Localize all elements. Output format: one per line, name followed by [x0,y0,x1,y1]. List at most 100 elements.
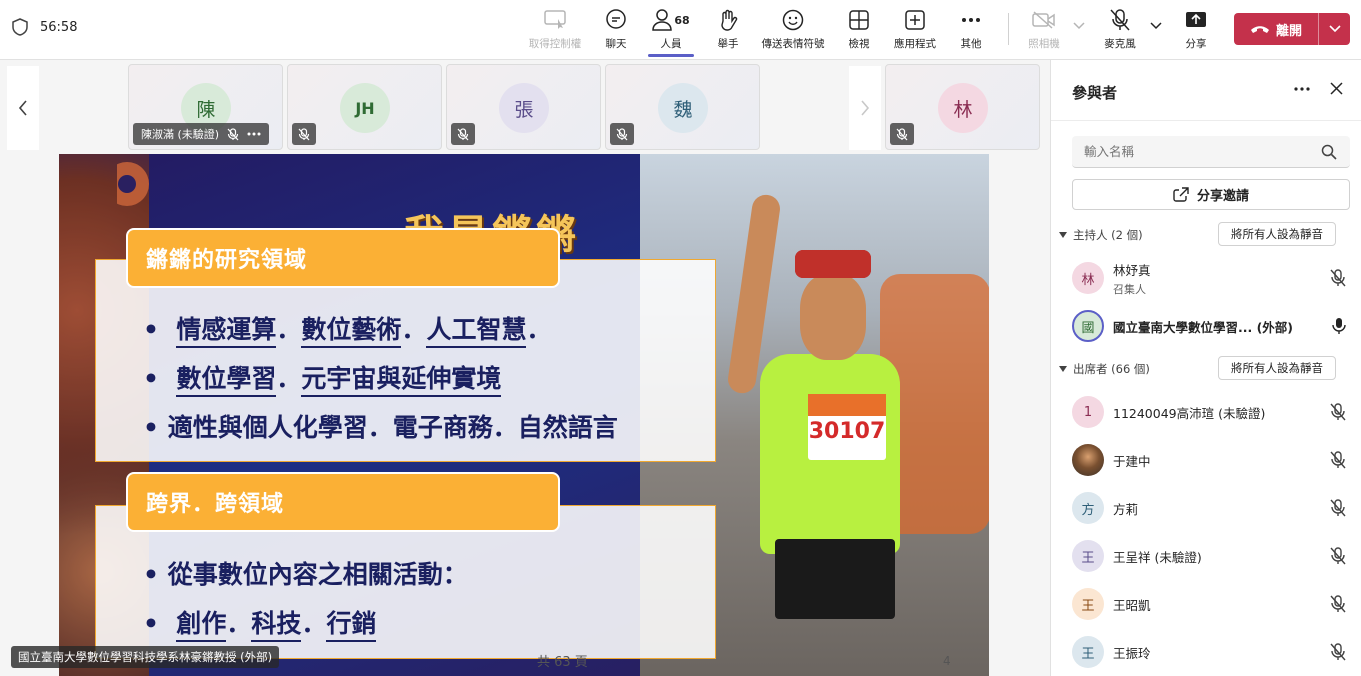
participants-panel: 參與者 分享邀請 主持人 (2 個) 將所有人設為靜音 林 林妤真 召集人 國 … [1050,60,1361,676]
raise-hand-button[interactable]: 舉手 [696,8,760,51]
participant-name: 林妤真 [1113,262,1151,278]
participant-row[interactable]: 方 方莉 [1072,488,1352,528]
participant-name: 國立臺南大學數位學習... (外部) [1113,319,1294,335]
mute-all-hosts-button[interactable]: 將所有人設為靜音 [1218,222,1336,246]
participant-tile[interactable]: 張 [446,64,601,150]
presenter-name-tag: 國立臺南大學數位學習科技學系林豪鏘教授 (外部) [11,646,280,668]
avatar: 林 [1072,262,1104,294]
attendees-label: 出席者 (66 個) [1073,362,1150,376]
panel-divider [1051,120,1361,121]
chevron-right-icon [861,100,870,116]
take-control-label: 取得控制權 [528,38,582,50]
gallery-next-button[interactable] [849,66,881,150]
participant-name: 王呈祥 (未驗證) [1113,549,1202,565]
mic-off-icon [616,127,628,140]
hosts-section-header[interactable]: 主持人 (2 個) [1059,227,1143,243]
more-icon[interactable] [247,132,261,136]
meeting-toolbar: 56:58 取得控制權 聊天 68 人員 舉手 傳送表情符號 檢視 應用程式 其… [0,0,1361,60]
share-arrow-icon [1173,187,1189,202]
bullet-line-3: • 適性與個人化學習．電子商務．自然語言 [143,413,618,442]
participant-tile[interactable]: 魏 [605,64,760,150]
view-button[interactable]: 檢視 [827,8,891,51]
share-icon [1186,12,1206,27]
participant-role: 召集人 [1113,282,1146,296]
reactions-button[interactable]: 傳送表情符號 [761,8,825,51]
topic: 創作 [176,609,227,642]
share-label: 分享 [1185,38,1207,50]
microphone-options-chevron-icon[interactable] [1150,22,1162,30]
topic: 數位藝術 [301,315,402,348]
runner-shorts [775,539,895,619]
avatar: 張 [499,83,549,133]
mic-off-icon [1330,643,1346,661]
participant-tile[interactable]: 陳 陳淑滿 (未驗證) [128,64,283,150]
participant-search-input[interactable] [1072,136,1350,168]
timer-text: 56:58 [40,19,78,35]
camera-label: 照相機 [1028,38,1060,50]
bullet-line-4: • 從事數位內容之相關活動： [143,560,468,589]
meeting-stage: 陳 陳淑滿 (未驗證) JH 張 魏 林 30107 鏘鏘的研究領域 • 情感運… [0,60,1050,676]
topic: 科技 [251,609,302,642]
share-invite-button[interactable]: 分享邀請 [1072,179,1350,210]
mic-on-icon [1332,318,1346,334]
research-heading: 鏘鏘的研究領域 [126,228,560,288]
tile-name-tag: 陳淑滿 (未驗證) [133,123,270,145]
gallery-prev-button[interactable] [7,66,39,150]
participant-tile[interactable]: 林 [885,64,1040,150]
people-label: 人員 [660,38,682,50]
slide-page-index: 4 [943,654,951,668]
mute-all-attendees-button[interactable]: 將所有人設為靜音 [1218,356,1336,380]
crossdomain-heading: 跨界．跨領域 [126,472,560,532]
chevron-left-icon [18,100,27,116]
camera-button[interactable]: 照相機 [1012,8,1076,51]
shared-slide: 30107 我是鏘鏘 鏘鏘的研究領域 • 情感運算．數位藝術．人工智慧． • 數… [59,154,989,676]
bullet-line-1: • 情感運算．數位藝術．人工智慧． [143,310,551,348]
avatar: 王 [1072,588,1104,620]
caret-down-icon [1059,232,1067,238]
hosts-label: 主持人 (2 個) [1073,228,1143,242]
share-button[interactable]: 分享 [1164,8,1228,51]
avatar: 王 [1072,540,1104,572]
people-button[interactable]: 68 人員 [639,8,703,57]
leave-options[interactable] [1319,25,1350,33]
mic-off-icon [1330,269,1346,287]
leave-main[interactable]: 離開 [1234,20,1318,39]
mic-off-icon [1330,595,1346,613]
chat-icon [606,9,626,29]
race-bib: 30107 [808,394,886,460]
participant-row[interactable]: 王 王呈祥 (未驗證) [1072,536,1352,576]
share-invite-label: 分享邀請 [1196,189,1249,204]
mic-off-icon [1330,403,1346,421]
headband-top [795,250,871,278]
topic-line: 適性與個人化學習．電子商務．自然語言 [167,413,618,442]
raise-hand-icon [721,9,738,31]
close-icon[interactable] [1330,82,1343,95]
take-control-button[interactable]: 取得控制權 [523,8,587,51]
participant-tile[interactable]: JH [287,64,442,150]
topic: 元宇宙與延伸實境 [301,364,502,397]
view-label: 檢視 [848,38,870,50]
participant-row[interactable]: 王 王昭凱 [1072,584,1352,624]
avatar: JH [340,83,390,133]
avatar: 1 [1072,396,1104,428]
apps-button[interactable]: 應用程式 [883,8,947,51]
panel-title: 參與者 [1072,84,1118,102]
avatar-photo [1072,444,1104,476]
apps-label: 應用程式 [894,38,936,50]
participant-row[interactable]: 林 林妤真 召集人 [1072,258,1352,298]
more-icon[interactable] [1294,86,1310,91]
participant-row[interactable]: 王 王振玲 [1072,632,1352,672]
participant-row[interactable]: 國 國立臺南大學數位學習... (外部) [1072,306,1352,346]
attendees-section-header[interactable]: 出席者 (66 個) [1059,361,1150,377]
search-icon [1321,144,1337,160]
more-button[interactable]: 其他 [939,8,1003,51]
mic-off-icon [457,127,469,140]
camera-options-chevron-icon[interactable] [1073,22,1085,30]
apps-icon [905,10,925,30]
leave-button[interactable]: 離開 [1234,13,1350,45]
participant-row[interactable]: 1 11240049高沛瑄 (未驗證) [1072,392,1352,432]
microphone-button[interactable]: 麥克風 [1088,8,1152,51]
participant-row[interactable]: 于建中 [1072,440,1352,480]
toolbar-separator [1008,13,1009,45]
participant-name: 11240049高沛瑄 (未驗證) [1113,405,1266,421]
